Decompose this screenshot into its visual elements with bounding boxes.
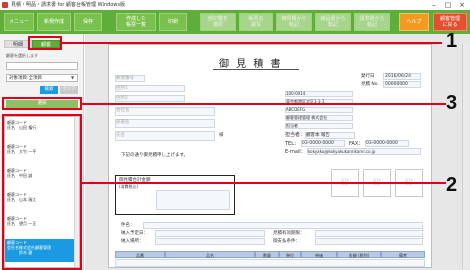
document-list-button[interactable]: 作成した 帳票一覧 — [116, 13, 156, 31]
delivery-date-field[interactable] — [155, 230, 265, 237]
recipient-dept-field[interactable]: 部署名 — [115, 119, 215, 128]
subject-field[interactable] — [143, 222, 423, 229]
sender-company-field[interactable]: ABCDEFG — [285, 107, 353, 113]
chevron-down-icon: ▼ — [71, 75, 75, 80]
callout-line-1 — [62, 42, 442, 44]
issue-date-field[interactable]: 2016/06/24 — [383, 73, 421, 80]
print-button[interactable]: 印刷 — [159, 13, 187, 31]
estimate-no-field[interactable]: 00000000 — [383, 81, 421, 88]
table-header: 品番 — [115, 251, 165, 258]
filter-select[interactable]: 対象項目:全項目 — [6, 74, 78, 82]
copy-from-estimate-button[interactable]: 御見積から 転記 — [276, 13, 312, 31]
callout-number-2: 2 — [446, 174, 458, 196]
callout-line-2 — [82, 182, 446, 184]
document-paper: 御 見 積 書 発行日 2016/06/24 見積 No. 00000000 郵… — [108, 44, 432, 268]
email-label: E-mail： — [285, 149, 306, 155]
sender-dept-field[interactable]: 担当者 — [285, 123, 353, 129]
table-header: 単価 — [301, 251, 337, 258]
minimize-button[interactable]: – — [428, 0, 440, 10]
total-amount-field[interactable] — [156, 190, 230, 210]
callout-number-3: 3 — [446, 92, 458, 114]
validity-label: 見積有効期限： — [273, 231, 305, 236]
terms-label: 御支払条件： — [273, 239, 300, 244]
person-field[interactable]: 顧客本 報告 — [305, 132, 355, 139]
table-header: 金額 (税別) — [337, 251, 381, 258]
recipient-address2-field[interactable]: 住所2 — [115, 95, 185, 102]
title-bar: 見積・明品・請求書 for 顧客台帳管理 Windows版 – □ × — [0, 0, 470, 10]
callout-box-2 — [2, 114, 82, 270]
sender-postal-field[interactable]: 100-0014 — [285, 91, 353, 97]
callout-box-1 — [28, 36, 62, 50]
maximize-button[interactable]: □ — [442, 0, 454, 10]
clear-button[interactable]: クリア — [60, 86, 78, 94]
delivery-place-field[interactable] — [155, 238, 265, 245]
callout-number-1: 1 — [446, 30, 458, 52]
subject-label: 件名： — [121, 223, 135, 228]
toolbar: メニュー 新規作成 保存 作成した 帳票一覧 印刷 部印鑑を 選択 帳票の 複写… — [0, 10, 470, 34]
close-button[interactable]: × — [456, 0, 468, 10]
email-field[interactable]: kokyaku@kokyakukanrikanri.co.jp — [307, 148, 421, 155]
title-underline — [213, 69, 299, 70]
issue-date-label: 発行日 — [361, 74, 375, 79]
terms-field[interactable] — [315, 238, 423, 245]
recipient-postal-field[interactable]: 郵便番号 — [115, 75, 145, 82]
menu-button[interactable]: メニュー — [4, 13, 34, 31]
fax-label: FAX： — [349, 141, 364, 147]
copy-from-invoice-button[interactable]: 請求書から 転記 — [354, 13, 390, 31]
recipient-company-field[interactable]: 会社名 — [115, 107, 215, 116]
total-amount-box: 御見積合計金額 (消費税込) — [115, 175, 235, 215]
honorific: 様 — [219, 133, 224, 138]
table-row[interactable] — [115, 259, 425, 267]
back-to-customer-button[interactable]: 顧客管理 に戻る — [433, 13, 467, 31]
recipient-address1-field[interactable]: 住所1 — [115, 85, 185, 92]
tel-field[interactable]: 03-0000-0000 — [301, 140, 345, 147]
tel-label: TEL： — [285, 141, 299, 147]
copy-document-button[interactable]: 帳票の 複写 — [239, 13, 273, 31]
recipient-name-field[interactable]: 氏名 — [115, 131, 215, 141]
document-title: 御 見 積 書 — [219, 59, 283, 70]
greeting-text: 下記の通り御見積申し上げます。 — [121, 153, 189, 158]
window-title: 見積・明品・請求書 for 顧客台帳管理 Windows版 — [11, 2, 125, 8]
search-input[interactable] — [6, 62, 78, 70]
callout-line-3 — [82, 103, 446, 105]
app-icon — [2, 2, 8, 8]
help-button[interactable]: ヘルプ — [399, 13, 429, 31]
delivery-place-label: 納入場所： — [121, 239, 144, 244]
save-button[interactable]: 保存 — [74, 13, 102, 31]
main-scrollbar[interactable] — [462, 44, 468, 268]
estimate-no-label: 見積 No. — [361, 82, 379, 87]
table-header: 備考 — [381, 251, 425, 258]
table-header: 数量 — [255, 251, 279, 258]
copy-from-delivery-button[interactable]: 納品書から 転記 — [315, 13, 351, 31]
search-button[interactable]: 検索 — [40, 86, 58, 94]
validity-field[interactable] — [315, 230, 423, 237]
fax-field[interactable]: 03-0000-0000 — [365, 140, 409, 147]
new-document-button[interactable]: 新規作成 — [37, 13, 71, 31]
search-hint: 顧客を選択します — [6, 53, 38, 58]
total-sub-label: (消費税込) — [119, 184, 139, 189]
sender-company2-field[interactable]: 顧客管理管理 株式会社 — [285, 115, 353, 121]
select-stamp-button[interactable]: 部印鑑を 選択 — [200, 13, 236, 31]
person-label: 担当者： — [285, 132, 306, 138]
callout-box-3 — [2, 97, 82, 110]
items-table: 品番 品名 数量 単位 単価 金額 (税別) 備考 — [115, 251, 425, 267]
delivery-date-label: 納入予定日： — [121, 231, 148, 236]
table-header: 単位 — [279, 251, 301, 258]
table-header: 品名 — [165, 251, 255, 258]
